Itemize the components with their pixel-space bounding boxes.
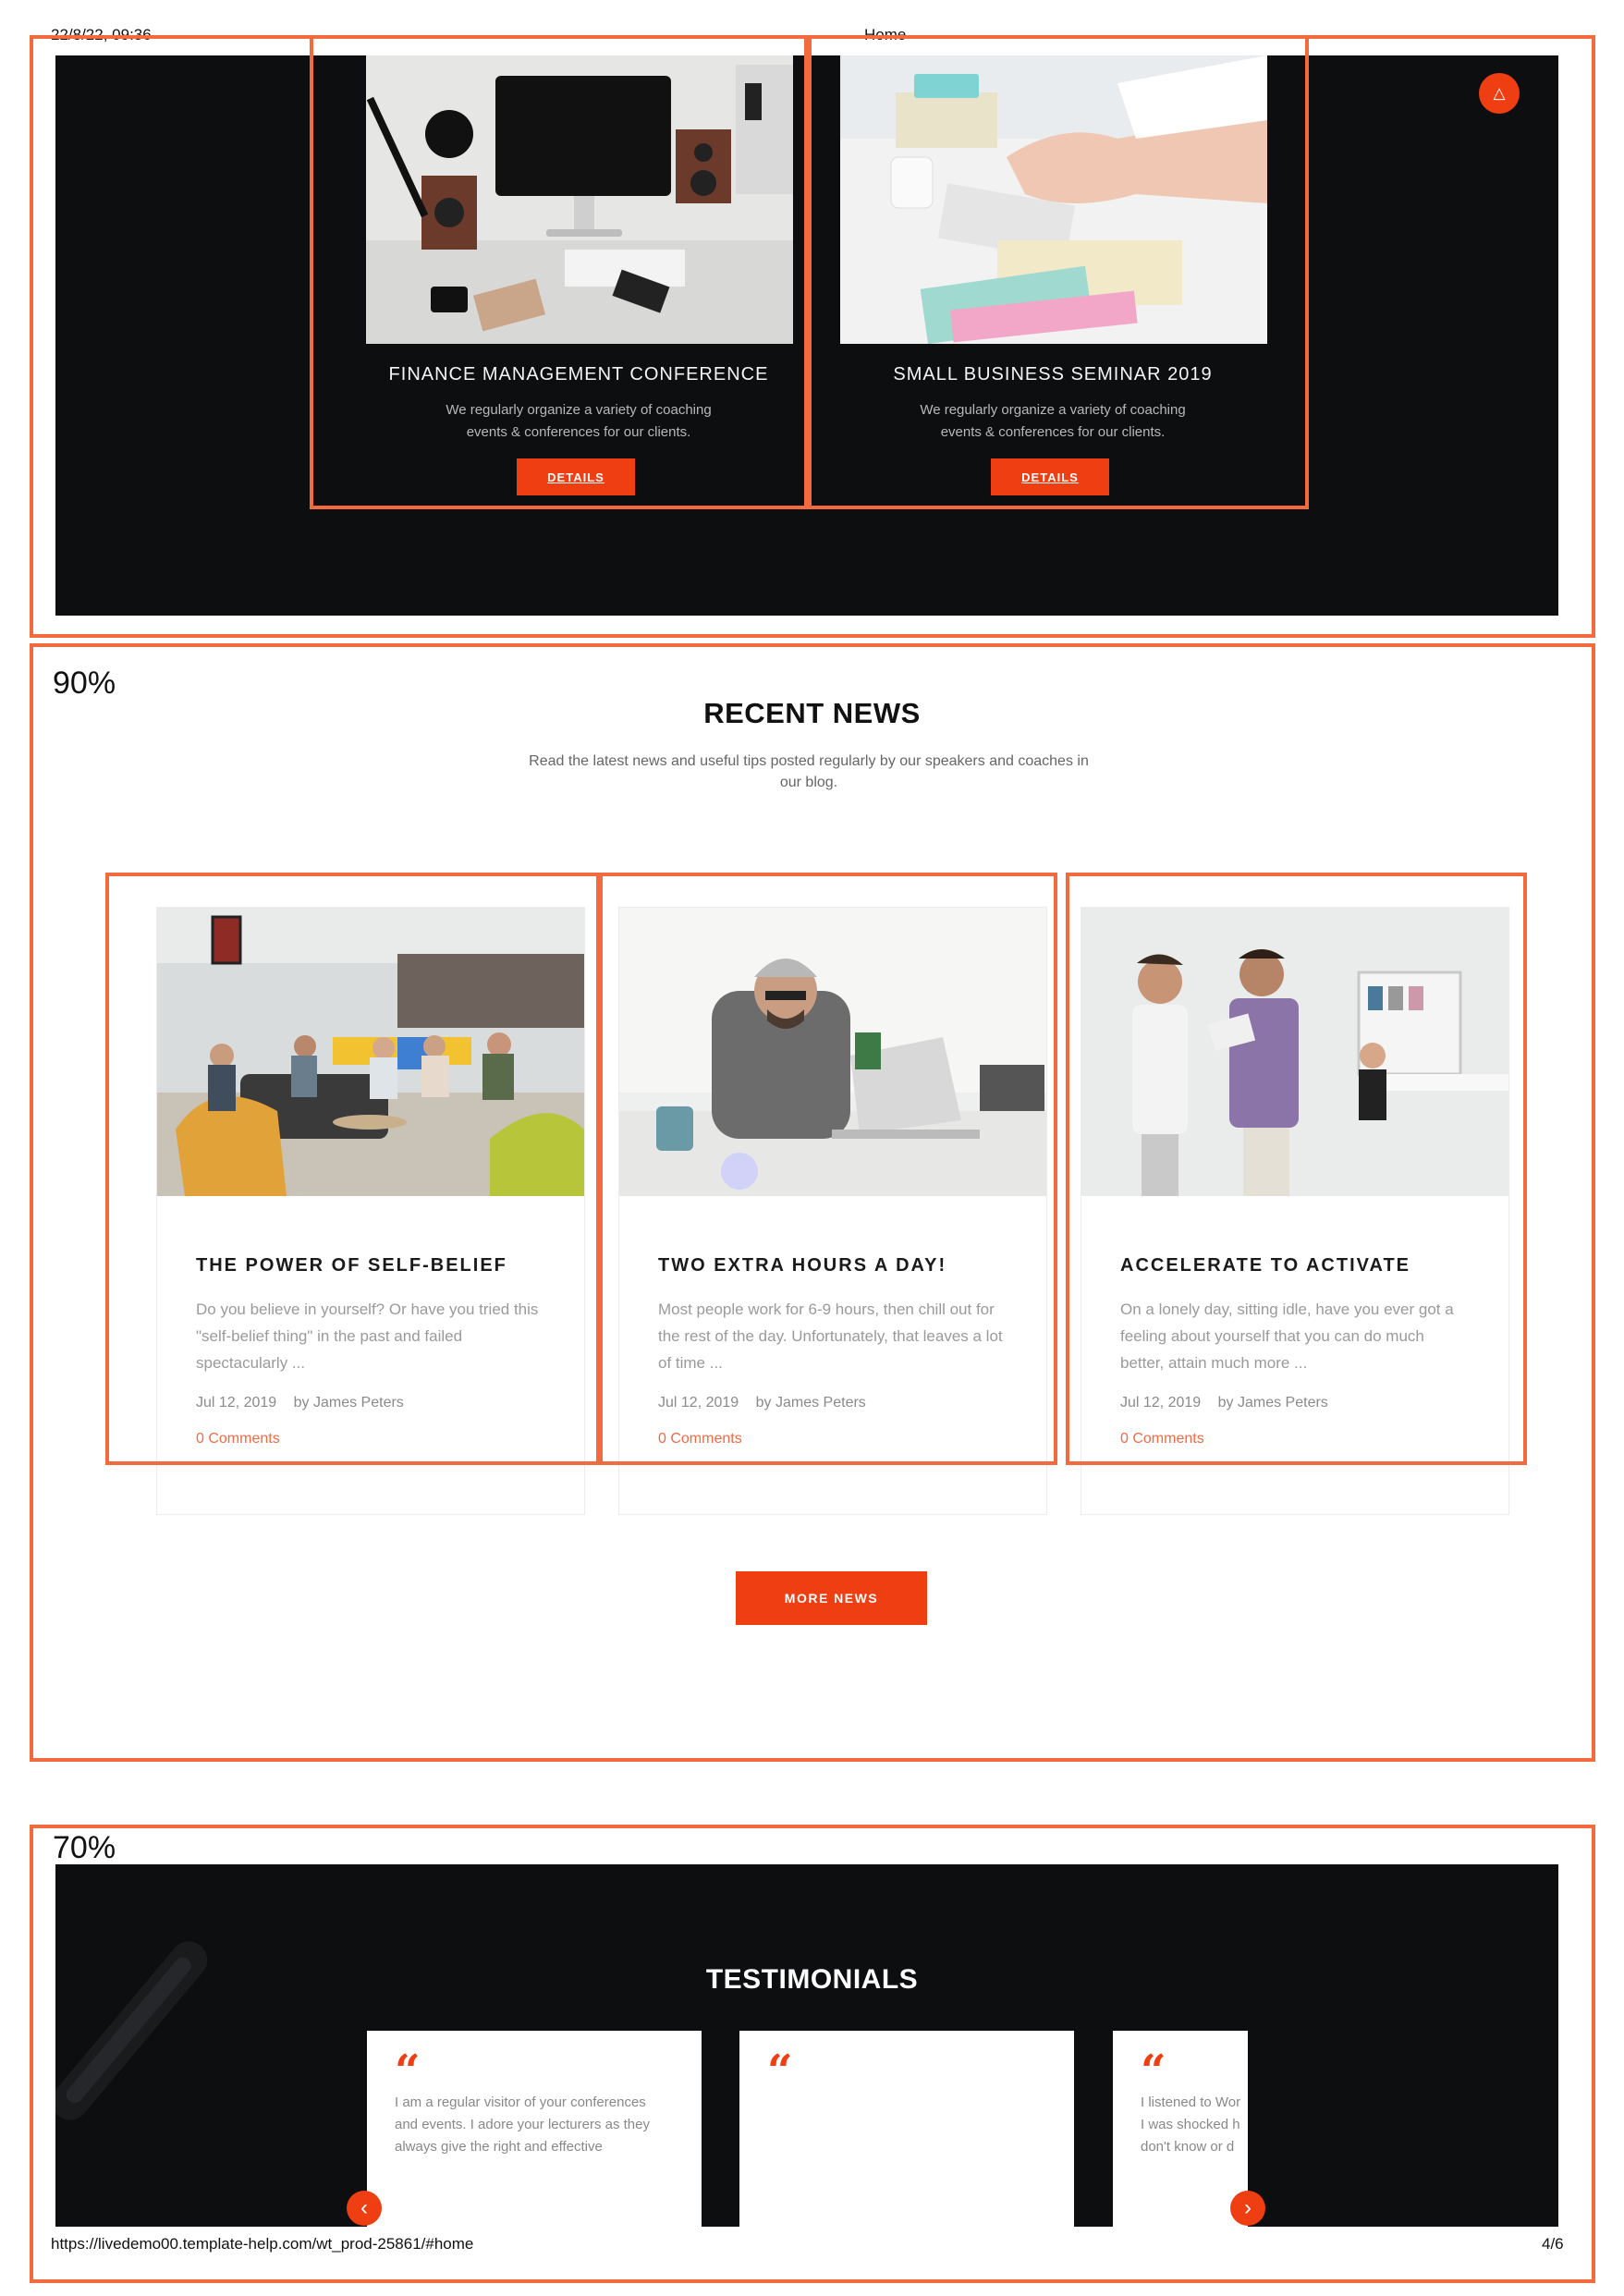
section-subtitle: Read the latest news and useful tips pos…	[529, 753, 1089, 790]
carousel-next-button[interactable]: ›	[1230, 2191, 1265, 2226]
zoom-label: 70%	[53, 1830, 116, 1865]
testimonial-card: “	[739, 2031, 1074, 2228]
news-highlight-frame	[1066, 873, 1527, 1465]
testimonial-text: I listened to Wor I was shocked h don't …	[1141, 2094, 1241, 2155]
quote-icon: “	[1141, 2046, 1166, 2097]
event-highlight-frame	[808, 35, 1309, 509]
testimonial-card: “ I listened to Wor I was shocked h don'…	[1113, 2031, 1248, 2228]
section-title: TESTIMONIALS	[705, 1964, 919, 1995]
quote-icon: “	[767, 2046, 793, 2097]
quote-icon: “	[395, 2046, 421, 2097]
scroll-top-icon[interactable]: △	[1479, 73, 1520, 114]
section-title: RECENT NEWS	[703, 697, 921, 729]
print-url: https://livedemo00.template-help.com/wt_…	[51, 2235, 474, 2253]
carousel-prev-button[interactable]: ‹	[347, 2191, 382, 2226]
event-highlight-frame	[310, 35, 808, 509]
more-news-button[interactable]: MORE NEWS	[736, 1571, 927, 1625]
testimonial-card: “ I am a regular visitor of your confere…	[367, 2031, 702, 2228]
print-page-number: 4/6	[1542, 2235, 1564, 2253]
news-highlight-frame	[599, 873, 1057, 1465]
testimonial-text: I am a regular visitor of your conferenc…	[395, 2094, 650, 2155]
news-highlight-frame	[105, 873, 600, 1465]
